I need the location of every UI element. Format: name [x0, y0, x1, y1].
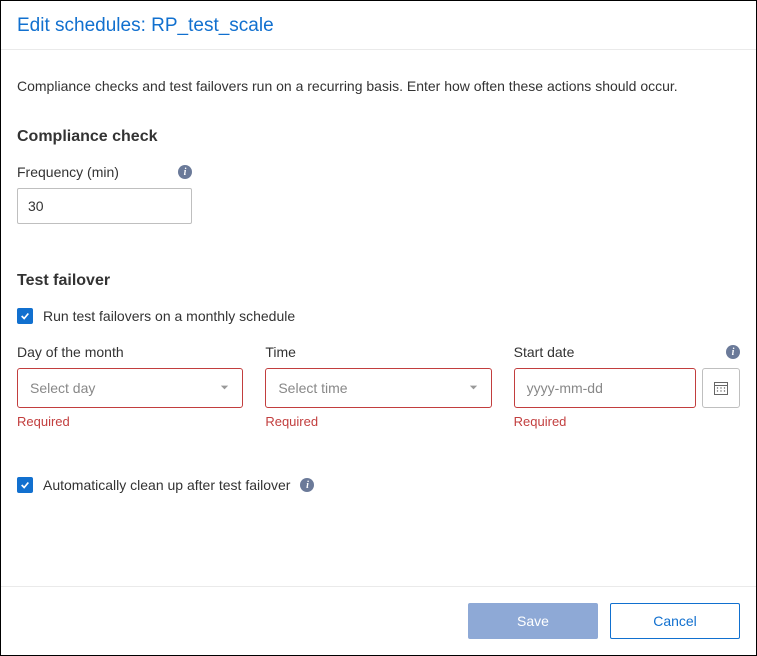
calendar-button[interactable] — [702, 368, 740, 408]
chevron-down-icon — [219, 380, 230, 396]
startdate-error: Required — [514, 414, 740, 429]
startdate-placeholder: yyyy-mm-dd — [527, 380, 603, 396]
startdate-label: Start date — [514, 344, 575, 360]
day-error: Required — [17, 414, 243, 429]
time-error: Required — [265, 414, 491, 429]
startdate-input[interactable]: yyyy-mm-dd — [514, 368, 696, 408]
frequency-input[interactable] — [17, 188, 192, 224]
time-select[interactable]: Select time — [265, 368, 491, 408]
day-select-placeholder: Select day — [30, 380, 95, 396]
info-icon[interactable]: i — [726, 345, 740, 359]
cleanup-checkbox[interactable] — [17, 477, 33, 493]
info-icon[interactable]: i — [300, 478, 314, 492]
time-select-placeholder: Select time — [278, 380, 347, 396]
frequency-label: Frequency (min) — [17, 164, 119, 180]
info-icon[interactable]: i — [178, 165, 192, 179]
day-label: Day of the month — [17, 344, 124, 360]
chevron-down-icon — [468, 380, 479, 396]
day-select[interactable]: Select day — [17, 368, 243, 408]
run-monthly-checkbox[interactable] — [17, 308, 33, 324]
cleanup-label: Automatically clean up after test failov… — [43, 477, 290, 493]
intro-text: Compliance checks and test failovers run… — [17, 78, 740, 94]
cancel-button[interactable]: Cancel — [610, 603, 740, 639]
time-label: Time — [265, 344, 296, 360]
failover-section-title: Test failover — [17, 272, 740, 290]
run-monthly-label: Run test failovers on a monthly schedule — [43, 308, 295, 324]
calendar-icon — [713, 380, 729, 396]
save-button[interactable]: Save — [468, 603, 598, 639]
page-title: Edit schedules: RP_test_scale — [17, 15, 274, 36]
compliance-section-title: Compliance check — [17, 128, 740, 146]
